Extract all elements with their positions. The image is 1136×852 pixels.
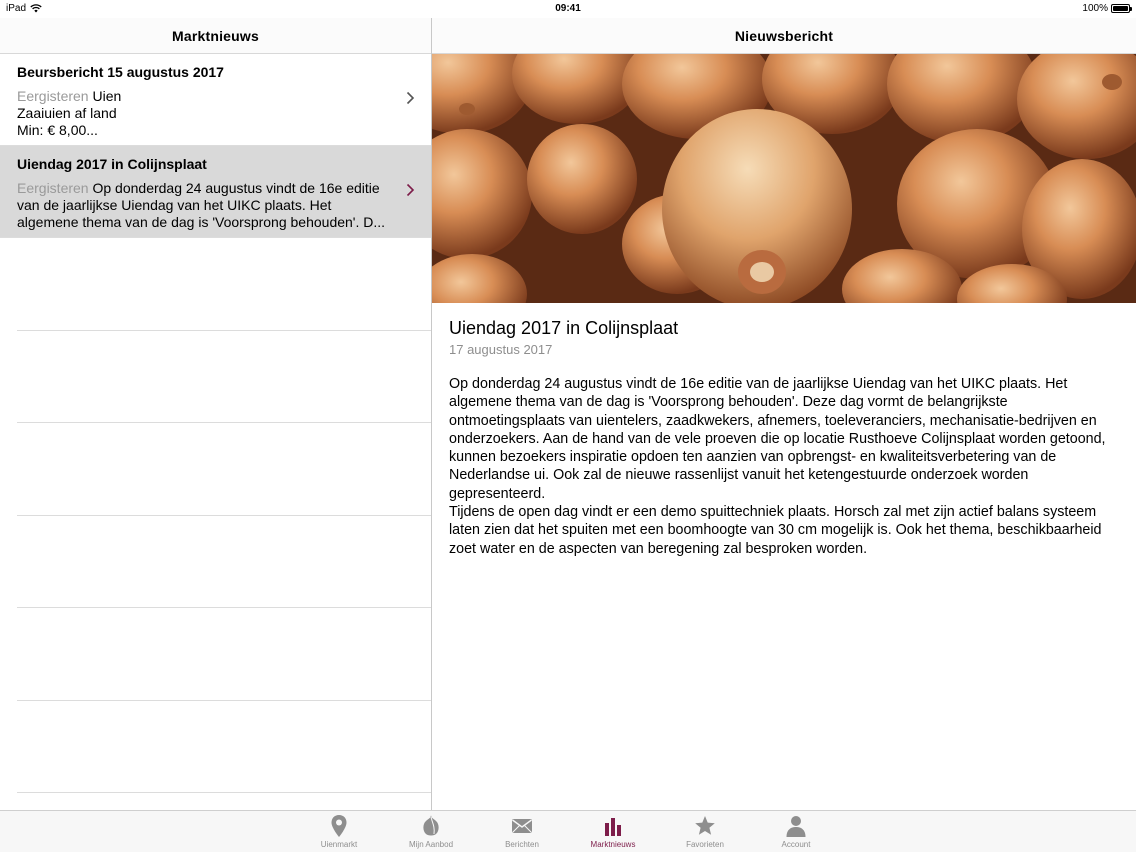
onion-icon [423, 815, 439, 836]
tab-favorieten[interactable]: Favorieten [665, 814, 745, 852]
tab-account[interactable]: Account [756, 814, 836, 852]
news-item-title: Uiendag 2017 in Colijnsplaat [17, 156, 207, 172]
clock: 09:41 [555, 3, 581, 14]
tab-marktnieuws[interactable]: Marktnieuws [573, 814, 653, 852]
news-item-preview: Eergisteren Op donderdag 24 augustus vin… [17, 180, 391, 231]
article-title: Uiendag 2017 in Colijnsplaat [449, 318, 679, 338]
empty-row [17, 516, 431, 608]
map-pin-icon [331, 815, 347, 837]
news-item-date: Eergisteren [17, 180, 89, 196]
news-detail: Uiendag 2017 in Colijnsplaat 17 augustus… [432, 54, 1136, 810]
bar-chart-icon [605, 818, 621, 836]
battery-percentage: 100% [1082, 3, 1108, 14]
status-right: 100% [1082, 3, 1132, 14]
tab-label: Account [781, 840, 811, 849]
news-list-item-selected[interactable]: Uiendag 2017 in Colijnsplaat Eergisteren… [0, 146, 431, 238]
tab-label: Berichten [505, 840, 539, 849]
article: Uiendag 2017 in Colijnsplaat 17 augustus… [432, 303, 1136, 558]
empty-row [17, 608, 431, 701]
empty-row [17, 238, 431, 331]
chevron-right-icon [406, 91, 415, 105]
tab-berichten[interactable]: Berichten [482, 814, 562, 852]
tab-mijn-aanbod[interactable]: Mijn Aanbod [391, 814, 471, 852]
empty-row [17, 701, 431, 793]
chevron-right-icon [406, 183, 415, 197]
tab-label: Uienmarkt [320, 840, 358, 849]
battery-icon [1111, 4, 1132, 13]
tab-uienmarkt[interactable]: Uienmarkt [299, 814, 379, 852]
empty-row [17, 331, 431, 423]
news-item-preview-first: Uien [92, 88, 122, 104]
news-item-preview: Eergisteren Uien Zaaiuien af land Min: € … [17, 88, 391, 139]
person-icon [786, 816, 806, 837]
news-item-title: Beursbericht 15 augustus 2017 [17, 64, 224, 80]
tab-label: Mijn Aanbod [408, 840, 454, 849]
news-item-preview-rest: Zaaiuien af land Min: € 8,00... [17, 105, 117, 138]
detail-header: Nieuwsbericht [432, 18, 1136, 54]
status-bar: iPad 09:41 100% [0, 0, 1136, 18]
envelope-icon [512, 819, 532, 833]
article-body: Op donderdag 24 augustus vindt de 16e ed… [449, 376, 1106, 557]
tab-bar: Uienmarkt Mijn Aanbod Berichten Marktnie… [0, 810, 1136, 852]
onion-photo [432, 54, 1136, 303]
news-list[interactable]: Beursbericht 15 augustus 2017 Eergistere… [0, 54, 431, 810]
news-item-preview-rest: van de jaarlijkse Uiendag van het UIKC p… [17, 197, 386, 230]
master-header: Marktnieuws [0, 18, 431, 54]
master-title: Marktnieuws [172, 27, 259, 44]
detail-header-title: Nieuwsbericht [734, 27, 834, 44]
star-icon [695, 816, 715, 835]
tab-label: Favorieten [686, 840, 724, 849]
empty-row [17, 423, 431, 516]
news-item-date: Eergisteren [17, 88, 89, 104]
tab-label: Marktnieuws [590, 840, 636, 849]
news-list-item[interactable]: Beursbericht 15 augustus 2017 Eergistere… [0, 54, 431, 146]
news-item-preview-first: Op donderdag 24 augustus vindt de 16e ed… [92, 180, 380, 196]
article-date: 17 augustus 2017 [449, 342, 553, 357]
